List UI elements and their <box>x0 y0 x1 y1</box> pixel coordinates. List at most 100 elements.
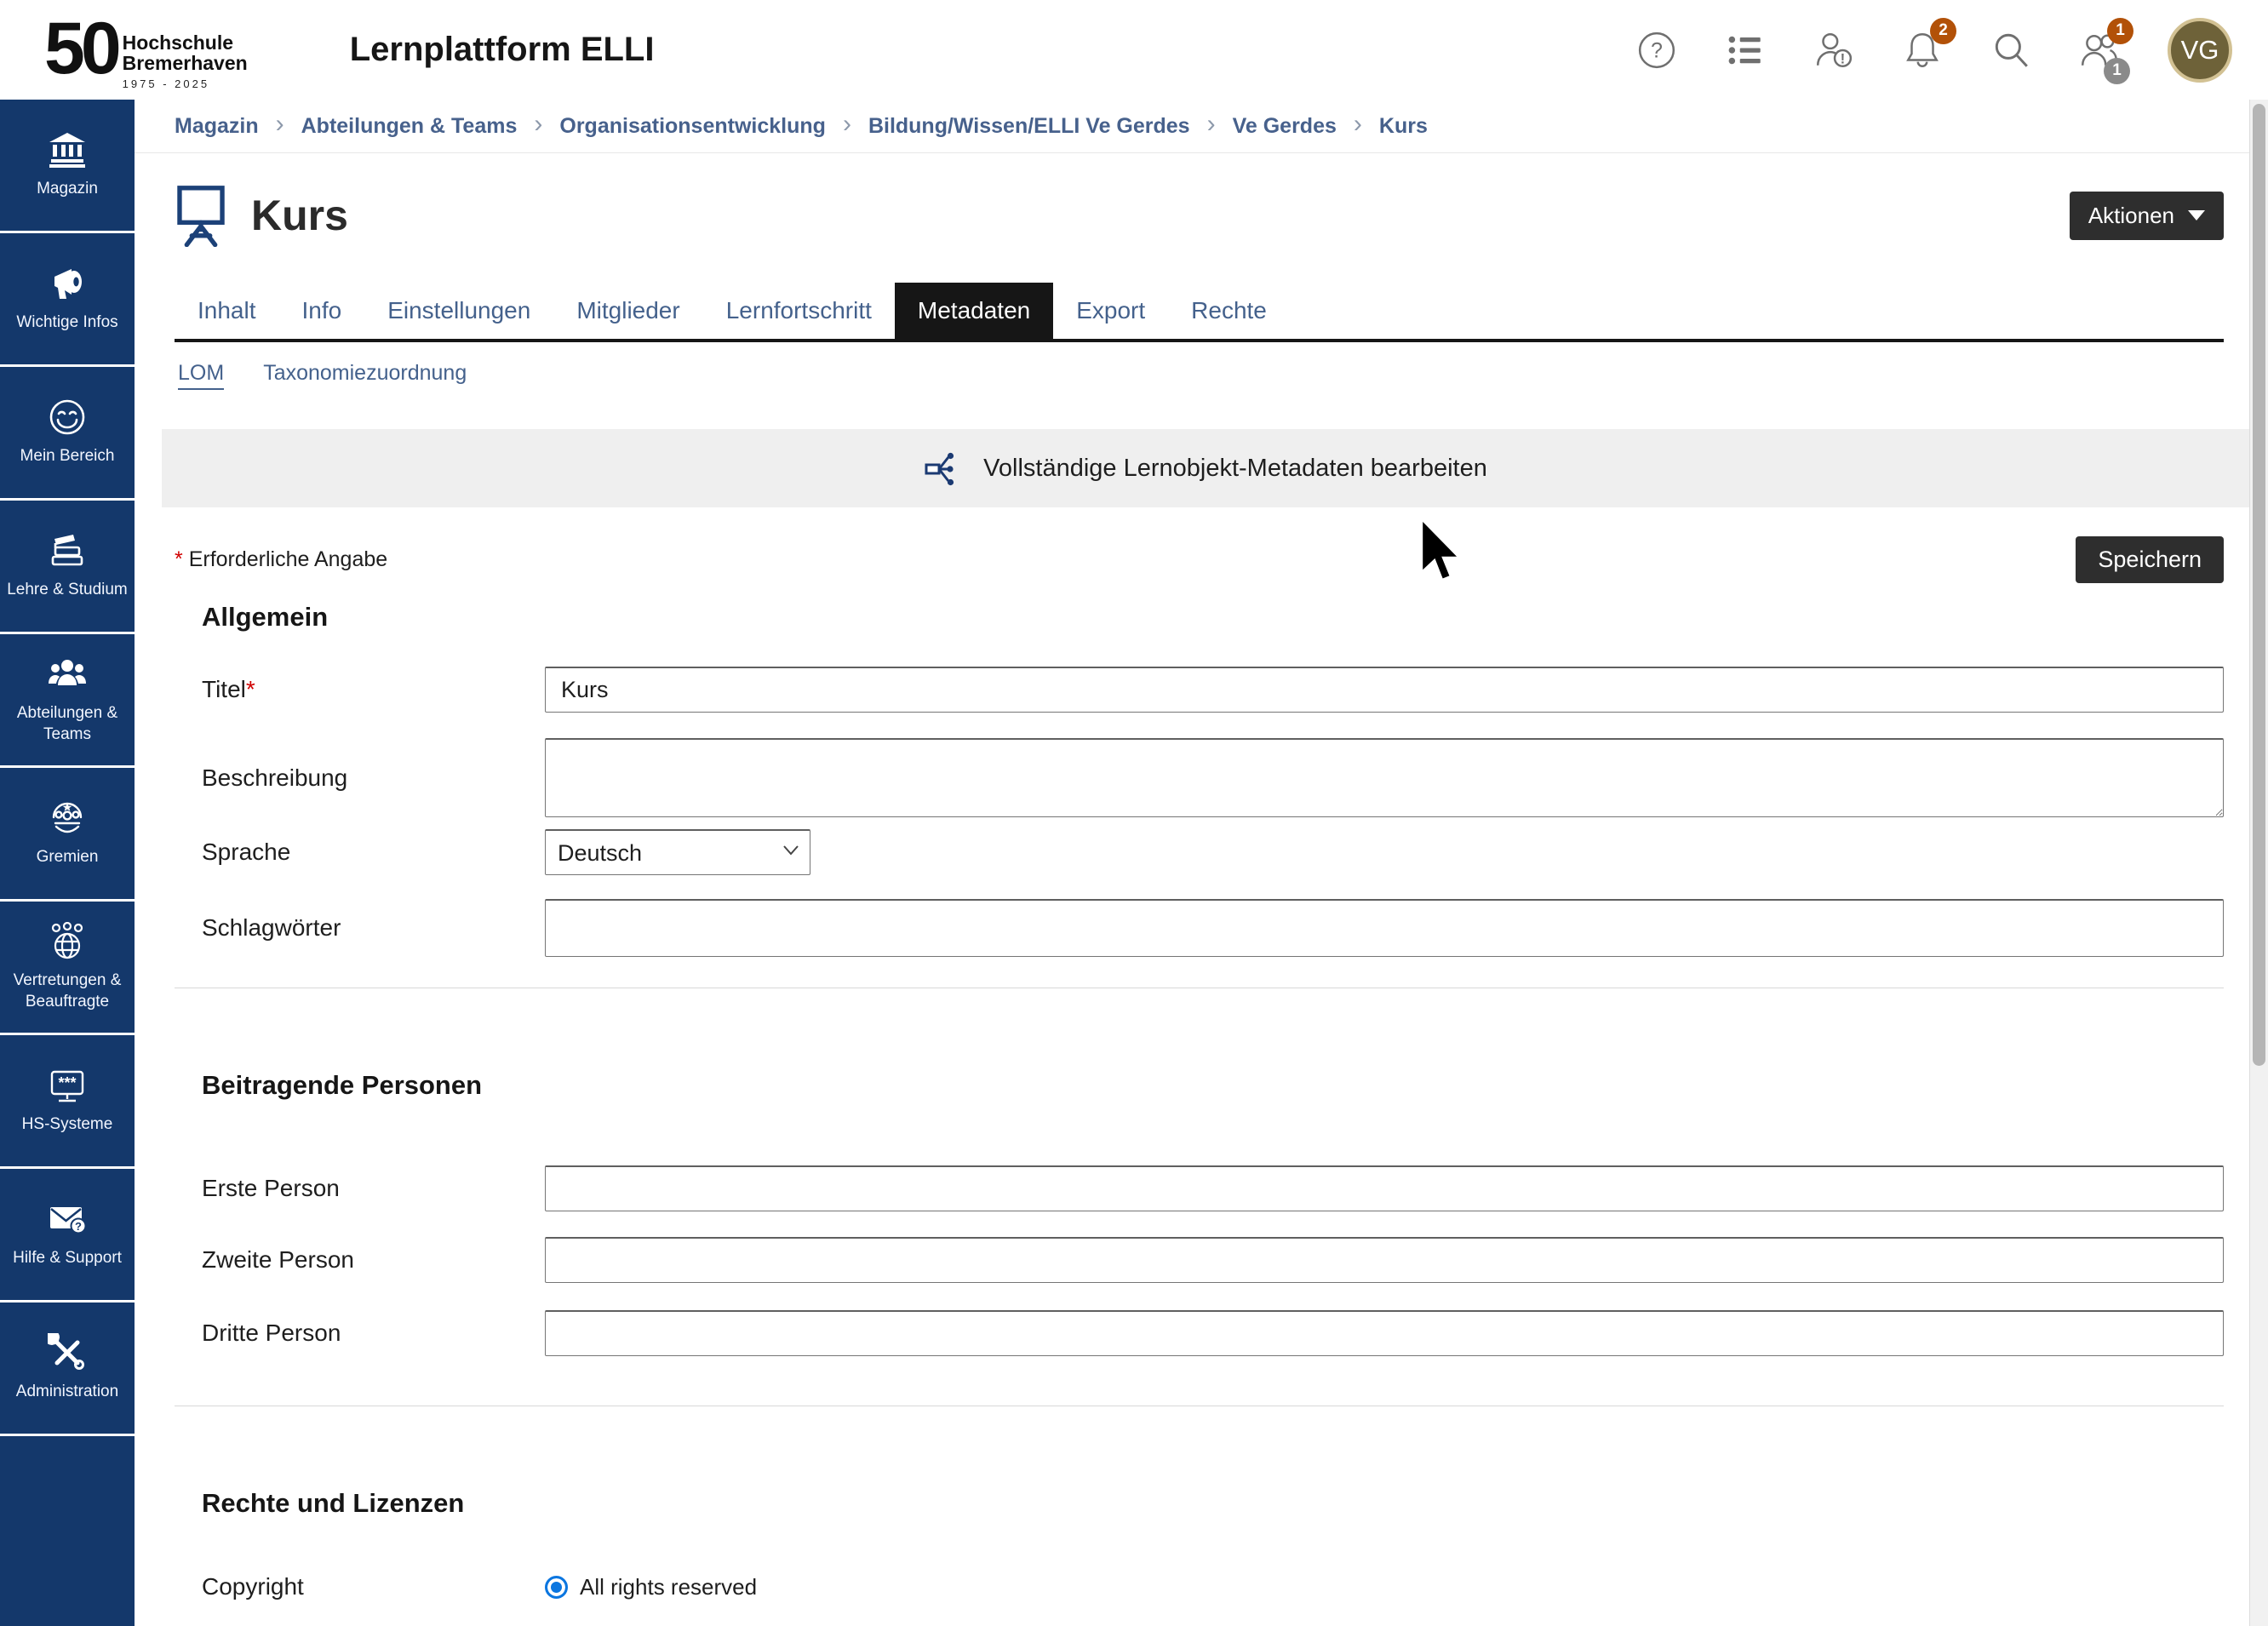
sidebar: Magazin Wichtige Infos Mein Bereich Lehr… <box>0 100 135 1626</box>
tab-einstellungen[interactable]: Einstellungen <box>364 283 553 339</box>
sidebar-item-lehre-studium[interactable]: Lehre & Studium <box>0 501 135 634</box>
page-content: Kurs Aktionen Inhalt Info Einstellungen … <box>135 153 2249 1626</box>
sidebar-item-hs-systeme[interactable]: *** HS-Systeme <box>0 1035 135 1169</box>
bank-icon <box>48 130 87 169</box>
books-graduation-icon <box>48 531 87 570</box>
breadcrumb-item[interactable]: Bildung/Wissen/ELLI Ve Gerdes <box>868 114 1190 139</box>
sidebar-item-administration[interactable]: Administration <box>0 1303 135 1436</box>
users-badge-top: 1 <box>2107 18 2133 44</box>
tab-inhalt[interactable]: Inhalt <box>175 283 279 339</box>
avatar[interactable]: VG <box>2168 18 2232 83</box>
breadcrumb-separator: › <box>1207 110 1216 139</box>
actions-button[interactable]: Aktionen <box>2070 192 2224 240</box>
radio-selected-icon[interactable] <box>545 1576 568 1599</box>
sidebar-item-gremien[interactable]: Gremien <box>0 768 135 902</box>
notification-badge: 2 <box>1930 18 1956 44</box>
sidebar-item-label: Vertretungen & Beauftragte <box>5 970 129 1012</box>
svg-text:***: *** <box>58 1074 76 1091</box>
tab-export[interactable]: Export <box>1053 283 1168 339</box>
required-note: * Erforderliche Angabe <box>175 547 387 572</box>
section-heading-beitragende: Beitragende Personen <box>175 1070 2224 1101</box>
copyright-option-label: All rights reserved <box>580 1574 757 1600</box>
users-badge-bottom: 1 <box>2104 58 2130 84</box>
smiley-icon <box>48 398 87 437</box>
tab-bar: Inhalt Info Einstellungen Mitglieder Ler… <box>175 283 2224 342</box>
mail-question-icon: ? <box>48 1199 87 1239</box>
save-button[interactable]: Speichern <box>2076 536 2224 583</box>
edit-full-metadata-banner[interactable]: Vollständige Lernobjekt-Metadaten bearbe… <box>162 429 2249 507</box>
tab-metadaten[interactable]: Metadaten <box>895 283 1053 339</box>
svg-text:!: ! <box>1841 50 1846 66</box>
scrollbar-thumb[interactable] <box>2253 104 2265 1066</box>
users-icon[interactable]: 1 1 <box>2079 30 2120 71</box>
titel-input[interactable] <box>545 667 2224 713</box>
sidebar-item-vertretungen-beauftragte[interactable]: Vertretungen & Beauftragte <box>0 902 135 1035</box>
titel-required-asterisk: * <box>246 676 255 702</box>
globe-people-icon <box>48 922 87 961</box>
committee-icon <box>48 799 87 838</box>
breadcrumb-item[interactable]: Organisationsentwicklung <box>559 114 826 139</box>
sidebar-item-label: Lehre & Studium <box>7 580 128 601</box>
app-title: Lernplattform ELLI <box>350 31 655 69</box>
tab-rechte[interactable]: Rechte <box>1168 283 1290 339</box>
erste-person-input[interactable] <box>545 1165 2224 1211</box>
header-actions: ? ! <box>1636 18 2232 83</box>
tools-icon <box>48 1333 87 1372</box>
breadcrumb-item[interactable]: Abteilungen & Teams <box>301 114 518 139</box>
section-heading-allgemein: Allgemein <box>175 602 2224 633</box>
logo-years: 1975 - 2025 <box>123 77 248 90</box>
sidebar-item-label: Mein Bereich <box>20 446 115 467</box>
breadcrumb-item[interactable]: Magazin <box>175 114 259 139</box>
bell-icon[interactable]: 2 <box>1902 30 1943 71</box>
beschreibung-textarea[interactable] <box>545 738 2224 817</box>
metadata-nodes-icon <box>924 449 963 488</box>
app-window: 50 Hochschule Bremerhaven 1975 - 2025 Le… <box>0 0 2268 1626</box>
dritte-person-input[interactable] <box>545 1310 2224 1356</box>
main-area: Magazin › Abteilungen & Teams › Organisa… <box>135 100 2249 1626</box>
tab-info[interactable]: Info <box>279 283 365 339</box>
breadcrumb-item[interactable]: Ve Gerdes <box>1233 114 1337 139</box>
sidebar-item-abteilungen-teams[interactable]: Abteilungen & Teams <box>0 634 135 768</box>
course-board-icon <box>175 184 227 247</box>
sidebar-item-label: Magazin <box>37 179 98 200</box>
schlagwoerter-input[interactable] <box>545 899 2224 957</box>
sidebar-item-magazin[interactable]: Magazin <box>0 100 135 233</box>
vertical-scrollbar[interactable] <box>2249 100 2268 1626</box>
logo-line1: Hochschule <box>123 33 248 54</box>
sprache-select-wrap: Deutsch <box>545 829 810 875</box>
breadcrumb-separator: › <box>534 110 542 139</box>
zweite-person-input[interactable] <box>545 1237 2224 1283</box>
search-icon[interactable] <box>1990 30 2031 71</box>
hochschule-bremerhaven-logo[interactable]: 50 Hochschule Bremerhaven 1975 - 2025 <box>44 9 248 91</box>
sprache-select[interactable]: Deutsch <box>545 829 810 875</box>
subtab-bar: LOM Taxonomiezuordnung <box>175 361 2224 390</box>
sidebar-item-mein-bereich[interactable]: Mein Bereich <box>0 367 135 501</box>
list-icon[interactable] <box>1725 30 1766 71</box>
svg-text:?: ? <box>1651 38 1663 62</box>
monitor-icon: *** <box>48 1066 87 1105</box>
user-awaiting-icon[interactable]: ! <box>1813 30 1854 71</box>
beschreibung-label: Beschreibung <box>175 764 545 792</box>
sidebar-item-hilfe-support[interactable]: ? Hilfe & Support <box>0 1169 135 1303</box>
sidebar-item-label: Administration <box>16 1382 118 1403</box>
svg-text:?: ? <box>75 1220 82 1233</box>
banner-label: Vollständige Lernobjekt-Metadaten bearbe… <box>983 455 1487 483</box>
help-icon[interactable]: ? <box>1636 30 1677 71</box>
page-title: Kurs <box>251 191 348 240</box>
sprache-label: Sprache <box>175 839 545 866</box>
breadcrumb-item[interactable]: Kurs <box>1379 114 1428 139</box>
logo-50: 50 <box>44 14 117 84</box>
erste-person-label: Erste Person <box>175 1175 545 1202</box>
sidebar-item-label: Abteilungen & Teams <box>5 703 129 745</box>
titel-label: Titel* <box>175 676 545 703</box>
subtab-lom[interactable]: LOM <box>178 361 224 390</box>
sidebar-item-wichtige-infos[interactable]: Wichtige Infos <box>0 233 135 367</box>
tab-lernfortschritt[interactable]: Lernfortschritt <box>703 283 895 339</box>
zweite-person-label: Zweite Person <box>175 1246 545 1274</box>
tab-mitglieder[interactable]: Mitglieder <box>553 283 702 339</box>
copyright-radio-option[interactable]: All rights reserved <box>545 1574 2224 1600</box>
schlagwoerter-label: Schlagwörter <box>175 914 545 942</box>
subtab-taxonomiezuordnung[interactable]: Taxonomiezuordnung <box>263 361 467 390</box>
copyright-label: Copyright <box>175 1573 545 1600</box>
breadcrumb-separator: › <box>276 110 284 139</box>
